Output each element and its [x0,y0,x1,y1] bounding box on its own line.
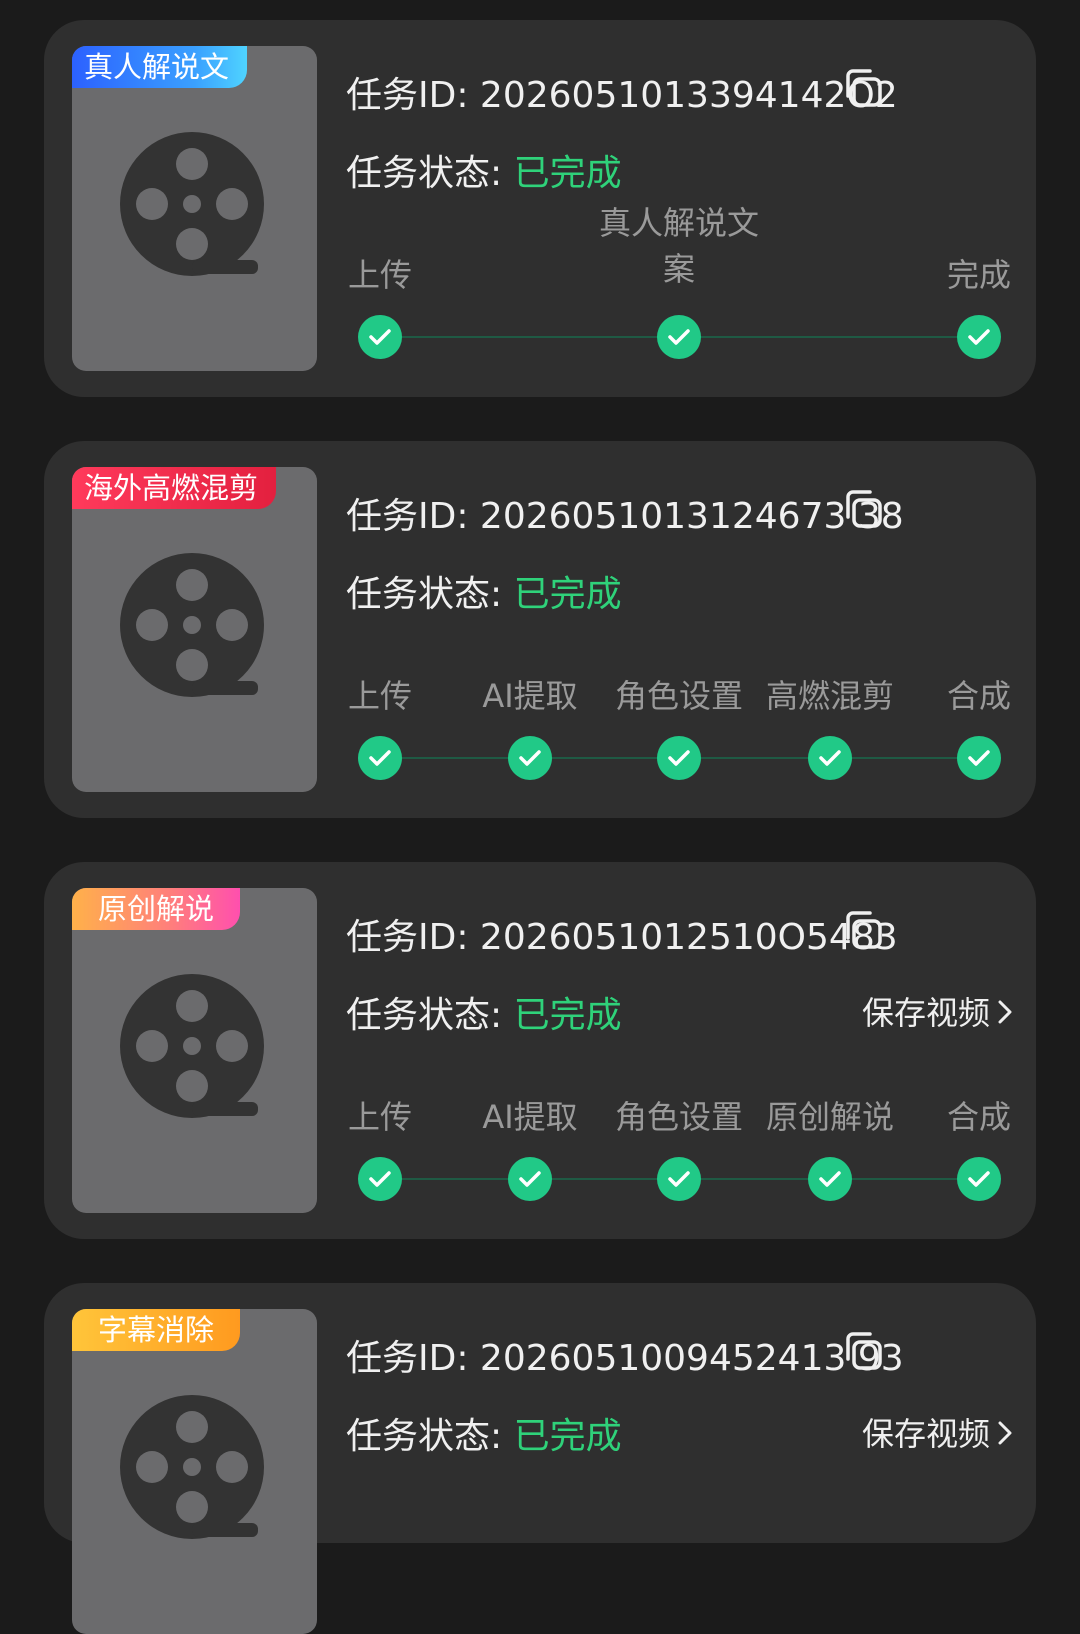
check-icon [358,736,402,780]
task-card[interactable]: 原创解说 任务ID: 2026051012510O5483 任务状态: 已完成 … [44,862,1036,1239]
step-label: 角色设置 [614,677,744,715]
task-type-tag: 海外高燃混剪 [72,467,277,509]
video-thumbnail[interactable]: 海外高燃混剪 [72,467,317,792]
video-thumbnail[interactable]: 字幕消除 [72,1309,317,1634]
step-label: 合成 [946,677,1012,715]
chevron-right-icon [998,994,1012,1032]
film-reel-icon [120,553,264,697]
copy-icon[interactable] [844,910,884,950]
status-value: 已完成 [513,153,622,194]
film-reel-icon [120,1395,264,1539]
video-thumbnail[interactable]: 原创解说 [72,888,317,1213]
check-icon [808,1157,852,1201]
status-value: 已完成 [513,995,622,1036]
step-label: 原创解说 [765,1098,895,1136]
copy-icon[interactable] [844,489,884,529]
check-icon [508,1157,552,1201]
task-id: 任务ID: 2026051009452413 93 [346,1338,904,1379]
check-icon [657,315,701,359]
film-reel-icon [120,974,264,1118]
check-icon [957,736,1001,780]
step-label: 上传 [347,677,413,715]
check-icon [957,315,1001,359]
task-type-tag: 字幕消除 [72,1309,241,1351]
chevron-right-icon [998,1415,1012,1453]
step-label: 真人解说文案 [598,204,759,288]
task-card[interactable]: 真人解说文 任务ID: 2026051013394142O2 任务状态: 已完成… [44,20,1036,397]
step-label: AI提取 [482,1098,578,1136]
film-reel-icon [120,132,264,276]
check-icon [358,315,402,359]
check-icon [657,1157,701,1201]
progress-steps: 上传 AI提取 角色设置 高燃混剪 合成 [334,611,1024,801]
status-value: 已完成 [513,574,622,615]
task-id: 任务ID: 2026051013394142O2 [346,75,898,116]
task-id: 任务ID: 2026051013124673 38 [346,496,904,537]
check-icon [957,1157,1001,1201]
video-thumbnail[interactable]: 真人解说文 [72,46,317,371]
task-type-tag: 真人解说文 [72,46,248,88]
task-status: 任务状态: 已完成 [346,574,622,615]
task-card[interactable]: 字幕消除 任务ID: 2026051009452413 93 任务状态: 已完成… [44,1283,1036,1634]
task-status: 任务状态: 已完成 [346,995,622,1036]
task-id: 任务ID: 2026051012510O5483 [346,917,898,958]
task-card[interactable]: 海外高燃混剪 任务ID: 2026051013124673 38 任务状态: 已… [44,441,1036,818]
step-label: 高燃混剪 [765,677,895,715]
task-type-tag: 原创解说 [72,888,241,930]
check-icon [657,736,701,780]
progress-steps: 上传 AI提取 角色设置 原创解说 合成 [334,1032,1024,1222]
save-video-button[interactable]: 保存视频 [862,988,1012,1034]
step-label: 上传 [347,256,413,294]
step-label: 完成 [946,256,1012,294]
task-status: 任务状态: 已完成 [346,153,622,194]
save-video-button[interactable]: 保存视频 [862,1409,1012,1455]
step-label: 角色设置 [614,1098,744,1136]
task-status: 任务状态: 已完成 [346,1416,622,1457]
copy-icon[interactable] [844,68,884,108]
check-icon [808,736,852,780]
step-label: AI提取 [482,677,578,715]
check-icon [358,1157,402,1201]
step-label: 上传 [347,1098,413,1136]
step-label: 合成 [946,1098,1012,1136]
check-icon [508,736,552,780]
status-value: 已完成 [513,1416,622,1457]
copy-icon[interactable] [844,1331,884,1371]
progress-steps: 上传 真人解说文案 完成 [334,190,1024,380]
